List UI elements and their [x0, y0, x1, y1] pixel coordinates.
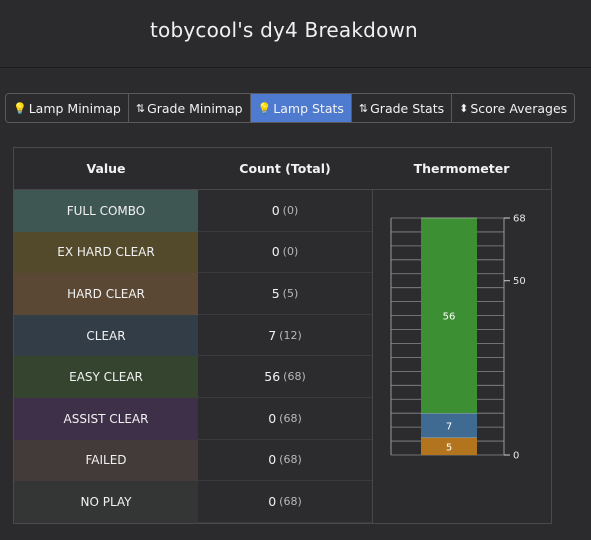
- lamp-value-cell: FULL COMBO: [14, 190, 198, 232]
- sort-icon: ⬍: [459, 101, 469, 115]
- total-value: (68): [283, 370, 306, 384]
- tab-lamp-stats[interactable]: 💡 Lamp Stats: [250, 94, 352, 122]
- count-cell: 0 (0): [198, 190, 372, 232]
- tab-label: Lamp Stats: [273, 100, 344, 116]
- total-value: (5): [282, 286, 299, 300]
- table-row: EASY CLEAR 56 (68): [14, 356, 372, 398]
- count-cell: 0 (0): [198, 231, 372, 274]
- count-value: 0: [268, 452, 277, 468]
- tab-label: Lamp Minimap: [28, 100, 121, 116]
- count-value: 0: [268, 410, 277, 426]
- lamp-value-cell: EX HARD CLEAR: [14, 231, 198, 274]
- table-row: FULL COMBO 0 (0): [14, 190, 372, 232]
- count-cell: 56 (68): [198, 356, 372, 398]
- count-value: 7: [268, 327, 277, 343]
- thermometer-cell: 5 7 56 0 50 68: [372, 190, 551, 523]
- total-value: (0): [282, 245, 299, 259]
- column-header-count: Count (Total): [239, 161, 331, 176]
- count-value: 56: [264, 369, 281, 385]
- tab-score-averages[interactable]: ⬍ Score Averages: [452, 94, 575, 122]
- count-cell: 0 (68): [198, 398, 372, 440]
- lamp-value-cell: EASY CLEAR: [14, 356, 198, 398]
- count-cell: 0 (68): [198, 481, 372, 523]
- sort-amount-icon: ⇅: [358, 101, 369, 115]
- count-cell: 0 (68): [198, 439, 372, 482]
- segment-label: 56: [443, 312, 456, 323]
- total-value: (68): [279, 411, 302, 425]
- thermometer-chart: 5 7 56 0 50 68: [390, 214, 526, 462]
- table-row: NO PLAY 0 (68): [14, 481, 372, 523]
- lightbulb-icon: 💡: [257, 101, 272, 115]
- tab-label: Score Averages: [470, 100, 568, 116]
- count-value: 0: [268, 493, 277, 509]
- table-header: Value Count (Total) Thermometer: [14, 148, 551, 190]
- table-row: FAILED 0 (68): [14, 439, 372, 482]
- table-row: HARD CLEAR 5 (5): [14, 273, 372, 315]
- count-value: 0: [271, 202, 280, 218]
- lamp-value-cell: ASSIST CLEAR: [14, 398, 198, 440]
- count-cell: 5 (5): [198, 273, 372, 315]
- segment-label: 5: [446, 442, 452, 453]
- lamp-value-cell: CLEAR: [14, 314, 198, 357]
- page-title: tobycool's dy4 Breakdown: [150, 18, 418, 42]
- tick-label: 0: [513, 451, 519, 462]
- tab-label: Grade Stats: [370, 100, 445, 116]
- total-value: (68): [279, 494, 302, 508]
- column-header-value: Value: [86, 161, 126, 176]
- count-value: 0: [271, 244, 280, 260]
- tab-lamp-minimap[interactable]: 💡 Lamp Minimap: [6, 94, 129, 122]
- total-value: (68): [279, 453, 302, 467]
- segment-label: 7: [446, 421, 452, 432]
- table-row: ASSIST CLEAR 0 (68): [14, 398, 372, 440]
- lamp-stats-table: Value Count (Total) Thermometer FULL COM…: [13, 147, 552, 524]
- tab-grade-stats[interactable]: ⇅ Grade Stats: [351, 94, 453, 122]
- sort-amount-icon: ⇅: [135, 101, 146, 115]
- count-cell: 7 (12): [198, 314, 372, 357]
- tab-grade-minimap[interactable]: ⇅ Grade Minimap: [128, 94, 251, 122]
- lamp-value-cell: NO PLAY: [14, 481, 198, 523]
- total-value: (0): [282, 203, 299, 217]
- total-value: (12): [279, 328, 302, 342]
- table-row: EX HARD CLEAR 0 (0): [14, 231, 372, 274]
- count-value: 5: [271, 285, 280, 301]
- table-row: CLEAR 7 (12): [14, 314, 372, 357]
- tick-label: 68: [513, 214, 526, 225]
- tick-label: 50: [513, 276, 526, 287]
- tab-label: Grade Minimap: [147, 100, 243, 116]
- page-header: tobycool's dy4 Breakdown: [0, 0, 591, 68]
- lightbulb-icon: 💡: [13, 101, 27, 115]
- column-header-thermometer: Thermometer: [413, 161, 510, 176]
- lamp-value-cell: HARD CLEAR: [14, 273, 198, 315]
- view-tabs: 💡 Lamp Minimap ⇅ Grade Minimap 💡 Lamp St…: [5, 93, 576, 123]
- lamp-value-cell: FAILED: [14, 439, 198, 482]
